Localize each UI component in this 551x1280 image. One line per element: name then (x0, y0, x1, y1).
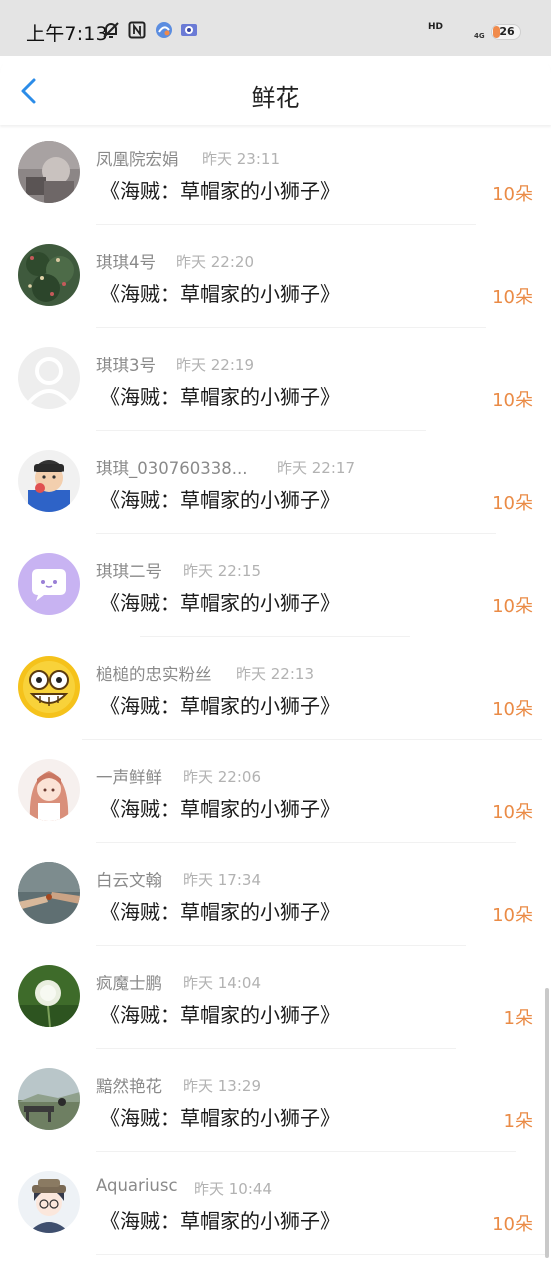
flower-count: 1朵 (503, 1008, 533, 1029)
song-title: 《海贼：草帽家的小狮子》 (100, 591, 340, 615)
song-title: 《海贼：草帽家的小狮子》 (100, 900, 340, 924)
divider (96, 327, 486, 328)
status-time: 上午7:13 (26, 23, 108, 45)
list-item[interactable]: 槌槌的忠实粉丝 昨天 22:13 《海贼：草帽家的小狮子》 10朵 (0, 642, 551, 745)
flower-count: 10朵 (492, 390, 533, 411)
song-title: 《海贼：草帽家的小狮子》 (100, 282, 340, 306)
flower-count: 10朵 (492, 184, 533, 205)
list-item[interactable]: Aquariusc 昨天 10:44 《海贼：草帽家的小狮子》 10朵 (0, 1157, 551, 1260)
sender-name[interactable]: 白云文翰 (96, 867, 162, 891)
sender-name[interactable]: 疯魔士鹏 (96, 970, 162, 994)
sender-name[interactable]: 黯然艳花 (96, 1073, 162, 1097)
sender-name[interactable]: Aquariusc (96, 1176, 178, 1195)
divider (140, 636, 410, 637)
song-title: 《海贼：草帽家的小狮子》 (100, 694, 340, 718)
timestamp: 昨天 22:19 (176, 356, 254, 374)
timestamp: 昨天 23:11 (202, 150, 280, 168)
avatar[interactable] (18, 141, 80, 203)
sender-name[interactable]: 琪琪3号 (96, 352, 156, 376)
hd-indicator: HD (428, 22, 444, 32)
song-title: 《海贼：草帽家的小狮子》 (100, 179, 340, 203)
list-item[interactable]: 琪琪4号 昨天 22:20 《海贼：草帽家的小狮子》 10朵 (0, 230, 551, 333)
sender-name[interactable]: 凤凰院宏娟 (96, 146, 179, 170)
list-item[interactable]: 一声鲜鲜 昨天 22:06 《海贼：草帽家的小狮子》 10朵 (0, 745, 551, 848)
gift-list: 凤凰院宏娟 昨天 23:11 《海贼：草帽家的小狮子》 10朵 琪琪4号 昨天 22:20… (0, 127, 551, 1260)
avatar[interactable] (18, 553, 80, 615)
list-item[interactable]: 琪琪二号 昨天 22:15 《海贼：草帽家的小狮子》 10朵 (0, 539, 551, 642)
song-title: 《海贼：草帽家的小狮子》 (100, 385, 340, 409)
timestamp: 昨天 10:44 (194, 1180, 272, 1198)
app-icon (180, 21, 198, 43)
flower-count: 10朵 (492, 802, 533, 823)
divider (96, 224, 476, 225)
battery-text: 26 (499, 25, 515, 38)
flower-count: 1朵 (503, 1111, 533, 1132)
timestamp: 昨天 22:13 (236, 665, 314, 683)
flower-count: 10朵 (492, 905, 533, 926)
avatar[interactable] (18, 244, 80, 306)
nfc-icon (128, 21, 146, 43)
divider (96, 842, 516, 843)
flower-count: 10朵 (492, 699, 533, 720)
song-title: 《海贼：草帽家的小狮子》 (100, 488, 340, 512)
header: 鲜花 (0, 56, 551, 125)
sender-name[interactable]: 一声鲜鲜 (96, 764, 162, 788)
avatar[interactable] (18, 862, 80, 924)
avatar[interactable] (18, 656, 80, 718)
divider (96, 533, 496, 534)
avatar[interactable] (18, 1171, 80, 1233)
flower-count: 10朵 (492, 493, 533, 514)
sender-name[interactable]: 琪琪二号 (96, 558, 162, 582)
sender-name[interactable]: 琪琪4号 (96, 249, 156, 273)
avatar[interactable] (18, 759, 80, 821)
flower-count: 10朵 (492, 596, 533, 617)
list-item[interactable]: 白云文翰 昨天 17:34 《海贼：草帽家的小狮子》 10朵 (0, 848, 551, 951)
avatar[interactable] (18, 347, 80, 409)
avatar[interactable] (18, 1068, 80, 1130)
list-item[interactable]: 凤凰院宏娟 昨天 23:11 《海贼：草帽家的小狮子》 10朵 (0, 127, 551, 230)
song-title: 《海贼：草帽家的小狮子》 (100, 1209, 340, 1233)
divider (82, 739, 542, 740)
scrollbar[interactable] (545, 988, 549, 1258)
song-title: 《海贼：草帽家的小狮子》 (100, 1003, 340, 1027)
list-item[interactable]: 琪琪3号 昨天 22:19 《海贼：草帽家的小狮子》 10朵 (0, 333, 551, 436)
song-title: 《海贼：草帽家的小狮子》 (100, 1106, 340, 1130)
battery-icon: 26 (491, 24, 521, 40)
divider (96, 1048, 456, 1049)
timestamp: 昨天 22:15 (183, 562, 261, 580)
timestamp: 昨天 14:04 (183, 974, 261, 992)
status-bar: 上午7:13 HD 4G 26 (0, 0, 551, 56)
song-title: 《海贼：草帽家的小狮子》 (100, 797, 340, 821)
timestamp: 昨天 17:34 (183, 871, 261, 889)
divider (96, 945, 466, 946)
sender-name[interactable]: 槌槌的忠实粉丝 (96, 661, 212, 685)
list-item[interactable]: 琪琪_030760338... 昨天 22:17 《海贼：草帽家的小狮子》 10朵 (0, 436, 551, 539)
divider (96, 430, 426, 431)
flower-count: 10朵 (492, 287, 533, 308)
avatar[interactable] (18, 450, 80, 512)
timestamp: 昨天 22:06 (183, 768, 261, 786)
divider (96, 1254, 546, 1255)
timestamp: 昨天 22:20 (176, 253, 254, 271)
signal-indicator: 4G (474, 32, 485, 40)
app-icon (155, 21, 173, 43)
sender-name[interactable]: 琪琪_030760338... (96, 455, 247, 479)
timestamp: 昨天 13:29 (183, 1077, 261, 1095)
list-item[interactable]: 黯然艳花 昨天 13:29 《海贼：草帽家的小狮子》 1朵 (0, 1054, 551, 1157)
avatar[interactable] (18, 965, 80, 1027)
divider (96, 1151, 516, 1152)
page-title: 鲜花 (251, 84, 300, 112)
flower-count: 10朵 (492, 1214, 533, 1235)
list-item[interactable]: 疯魔士鹏 昨天 14:04 《海贼：草帽家的小狮子》 1朵 (0, 951, 551, 1054)
mute-bell-icon (102, 21, 120, 43)
timestamp: 昨天 22:17 (277, 459, 355, 477)
